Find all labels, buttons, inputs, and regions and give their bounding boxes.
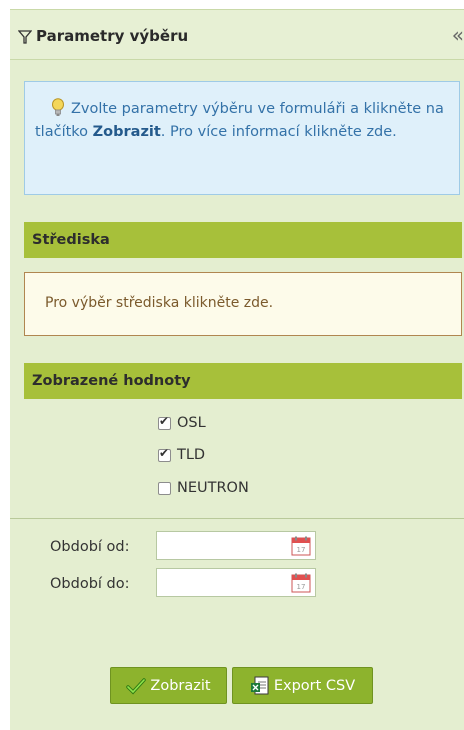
svg-text:17: 17 — [297, 583, 306, 591]
show-button[interactable]: Zobrazit — [110, 667, 227, 704]
export-csv-button-label: Export CSV — [273, 677, 356, 694]
section-values-heading: Zobrazené hodnoty — [24, 363, 462, 399]
filter-icon — [18, 30, 32, 44]
checkmark-icon — [126, 677, 147, 695]
checkbox-row-neutron[interactable]: NEUTRON — [158, 478, 249, 498]
checkbox-label-neutron: NEUTRON — [177, 480, 249, 496]
period-to-label: Období do: — [50, 576, 130, 592]
info-text-end[interactable]: . Pro více informací klikněte zde. — [161, 124, 397, 140]
period-to-input[interactable]: 17 — [156, 568, 316, 597]
info-box: Zvolte parametry výběru ve formuláři a k… — [24, 81, 460, 195]
selection-parameters-panel: Parametry výběru « Zvolte parametry výbě… — [10, 9, 464, 730]
checkbox-osl[interactable] — [158, 414, 171, 430]
export-csv-button[interactable]: Export CSV — [232, 667, 373, 704]
excel-file-icon — [250, 676, 269, 694]
period-from-input[interactable]: 17 — [156, 531, 316, 560]
lightbulb-icon — [52, 98, 64, 116]
checkbox-row-tld[interactable]: TLD — [158, 445, 205, 465]
panel-header: Parametry výběru « — [10, 10, 464, 60]
calendar-icon[interactable]: 17 — [291, 536, 311, 556]
period-from-label: Období od: — [50, 539, 130, 555]
show-button-label: Zobrazit — [150, 677, 211, 694]
strediska-select-link[interactable]: Pro výběr střediska klikněte zde. — [24, 272, 462, 336]
checkbox-label-osl: OSL — [177, 415, 206, 431]
collapse-panel-button[interactable]: « — [452, 23, 464, 47]
info-text-bold: Zobrazit — [92, 124, 161, 140]
checkbox-tld[interactable] — [158, 446, 171, 462]
svg-text:17: 17 — [297, 546, 306, 554]
calendar-icon[interactable]: 17 — [291, 573, 311, 593]
checkbox-neutron[interactable] — [158, 481, 171, 495]
divider — [10, 518, 464, 519]
checkbox-row-osl[interactable]: OSL — [158, 413, 206, 433]
section-strediska-heading: Střediska — [24, 222, 462, 258]
checkbox-label-tld: TLD — [177, 447, 206, 463]
panel-title: Parametry výběru — [36, 27, 189, 45]
